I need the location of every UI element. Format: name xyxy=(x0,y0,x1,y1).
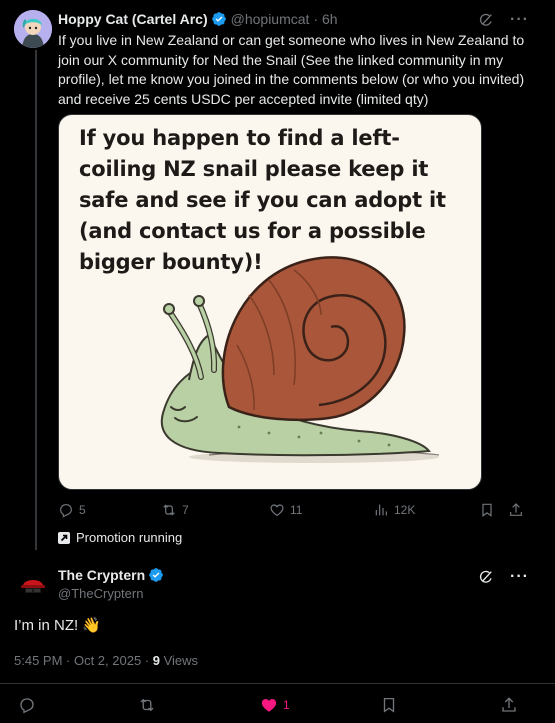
like-button[interactable]: 1 xyxy=(260,696,290,714)
views-button[interactable]: 12K xyxy=(373,502,415,518)
promotion-icon xyxy=(58,531,70,544)
heart-icon xyxy=(261,699,277,712)
reply-top-actions: ··· xyxy=(478,569,529,585)
reply-button[interactable]: 5 xyxy=(58,502,86,518)
tweet-header: Hoppy Cat (Cartel Arc) @hopiumcat · 6h xyxy=(58,10,338,28)
share-icon xyxy=(502,697,516,712)
author-name[interactable]: Hoppy Cat (Cartel Arc) xyxy=(58,11,208,27)
tweet-image[interactable]: If you happen to find a left-coiling NZ … xyxy=(58,114,482,490)
like-count: 11 xyxy=(290,503,303,517)
repost-icon xyxy=(140,698,154,712)
avatar[interactable] xyxy=(14,10,52,48)
repost-button[interactable]: 7 xyxy=(161,502,189,518)
thread-connector-line xyxy=(35,50,37,550)
avatar-image xyxy=(14,10,52,48)
more-icon[interactable]: ··· xyxy=(510,569,529,585)
tweet-action-bar: 5 7 11 12K xyxy=(58,502,528,522)
reply-views-count: 9 xyxy=(152,653,160,668)
views-count: 12K xyxy=(394,503,416,517)
reply-timestamp[interactable]: 5:45 PM · Oct 2, 2025 · xyxy=(14,653,153,668)
reply-text: I’m in NZ! xyxy=(14,616,79,634)
reply-icon xyxy=(60,504,72,518)
promotion-label: Promotion running xyxy=(76,530,183,545)
reply-action-bar: 1 xyxy=(18,696,528,716)
bookmark-icon xyxy=(482,503,492,517)
repost-count: 7 xyxy=(182,503,189,517)
repost-button[interactable] xyxy=(138,696,156,714)
bookmark-icon xyxy=(383,697,395,713)
bookmark-button[interactable] xyxy=(380,696,398,714)
divider xyxy=(0,683,555,684)
grok-icon[interactable] xyxy=(478,12,494,28)
reply-header: The Cryptern xyxy=(58,567,168,583)
share-button[interactable] xyxy=(500,696,518,714)
reply-icon xyxy=(20,698,34,714)
verified-badge-icon[interactable] xyxy=(148,567,164,583)
heart-icon xyxy=(270,504,284,517)
bookmark-button[interactable] xyxy=(479,502,495,518)
tweet-time[interactable]: · 6h xyxy=(313,11,337,27)
reply-views-label: Views xyxy=(159,653,199,668)
reply-count: 5 xyxy=(79,503,86,517)
views-icon xyxy=(375,504,387,516)
grok-icon[interactable] xyxy=(478,569,494,585)
like-button[interactable]: 11 xyxy=(269,502,302,518)
share-button[interactable] xyxy=(508,502,524,518)
reply-button[interactable] xyxy=(18,696,36,714)
reply-like-count: 1 xyxy=(283,698,290,712)
repost-icon xyxy=(163,504,175,516)
tweet-text: If you live in New Zealand or can get so… xyxy=(58,32,525,107)
reply-meta: 5:45 PM · Oct 2, 2025 · 9 Views xyxy=(14,653,198,668)
promotion-status[interactable]: Promotion running xyxy=(58,530,182,545)
reply-author-name[interactable]: The Cryptern xyxy=(58,567,145,583)
image-caption-text: If you happen to find a left-coiling NZ … xyxy=(79,126,446,274)
author-handle[interactable]: @hopiumcat xyxy=(231,11,310,27)
avatar-image xyxy=(14,566,52,604)
tweet-top-actions: ··· xyxy=(478,12,529,28)
share-icon xyxy=(510,503,522,516)
reply-text-row: I’m in NZ! 👋 xyxy=(14,616,101,635)
reply-avatar[interactable] xyxy=(14,566,52,604)
verified-badge-icon[interactable] xyxy=(211,11,227,27)
waving-hand-emoji: 👋 xyxy=(82,617,101,634)
more-icon[interactable]: ··· xyxy=(510,12,529,28)
reply-author-handle[interactable]: @TheCryptern xyxy=(58,586,143,601)
